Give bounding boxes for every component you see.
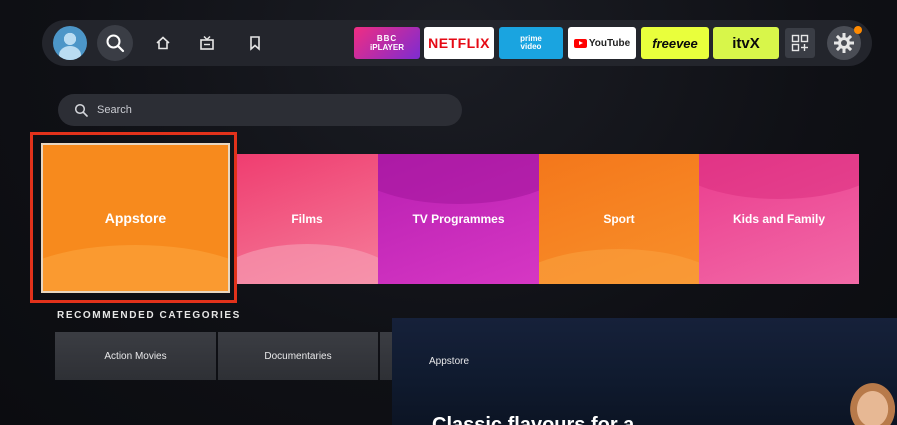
recommended-label: Documentaries: [264, 350, 332, 362]
nav-live-button[interactable]: [195, 30, 219, 56]
tile-decoration: [236, 244, 378, 284]
nav-search-button[interactable]: [97, 25, 133, 61]
category-label: Films: [291, 212, 323, 226]
search-icon: [74, 103, 88, 117]
tile-decoration: [699, 154, 859, 199]
preview-source-label: Appstore: [429, 356, 470, 367]
app-netflix[interactable]: NETFLIX: [424, 27, 494, 59]
youtube-play-icon: [573, 38, 587, 48]
bbc-logo-text: BBC: [376, 34, 398, 43]
video-logo-text: video: [520, 42, 542, 51]
app-bbc-iplayer[interactable]: BBC iPLAYER: [354, 27, 420, 59]
all-apps-button[interactable]: [785, 28, 815, 58]
category-tile-kids-and-family[interactable]: Kids and Family: [699, 154, 859, 284]
featured-preview-panel: Appstore Classic flavours for a: [392, 318, 897, 425]
recommended-tile-documentaries[interactable]: Documentaries: [218, 332, 378, 380]
search-placeholder: Search: [97, 104, 132, 116]
recommended-tile-action-movies[interactable]: Action Movies: [55, 332, 216, 380]
search-field[interactable]: Search: [58, 94, 462, 126]
home-icon: [156, 36, 170, 50]
recommended-label: Action Movies: [104, 350, 167, 362]
category-tile-sport[interactable]: Sport: [539, 154, 699, 284]
bookmark-icon: [250, 36, 260, 51]
category-label: Sport: [603, 212, 635, 226]
focus-highlight: [30, 132, 237, 303]
app-grid-icon: [791, 34, 809, 52]
app-itvx[interactable]: itvX: [713, 27, 779, 59]
freevee-logo-text: freevee: [652, 35, 698, 51]
tile-decoration: [378, 154, 539, 204]
category-tile-films[interactable]: Films: [236, 154, 378, 284]
nav-home-button[interactable]: [151, 30, 175, 56]
category-tile-tv-programmes[interactable]: TV Programmes: [378, 154, 539, 284]
gear-icon: [834, 33, 854, 53]
netflix-logo-text: NETFLIX: [428, 35, 490, 51]
nav-watchlist-button[interactable]: [243, 30, 267, 56]
live-tv-icon: [200, 35, 214, 50]
preview-headline: Classic flavours for a: [432, 414, 635, 425]
notification-dot: [854, 26, 862, 34]
tile-decoration: [539, 249, 699, 284]
category-label: TV Programmes: [412, 212, 505, 226]
profile-avatar[interactable]: [53, 26, 87, 60]
preview-portrait-image: [844, 376, 896, 425]
search-icon: [106, 34, 125, 53]
youtube-logo-text: YouTube: [588, 37, 631, 49]
category-label: Kids and Family: [732, 212, 826, 226]
recommended-heading: RECOMMENDED CATEGORIES: [57, 310, 241, 321]
fire-tv-home-screen: BBC iPLAYER NETFLIX prime video YouTube …: [0, 0, 897, 425]
app-youtube[interactable]: YouTube: [568, 27, 636, 59]
itvx-logo-text: itvX: [732, 34, 760, 52]
iplayer-logo-text: iPLAYER: [370, 43, 404, 52]
app-prime-video[interactable]: prime video: [499, 27, 563, 59]
app-freevee[interactable]: freevee: [641, 27, 709, 59]
